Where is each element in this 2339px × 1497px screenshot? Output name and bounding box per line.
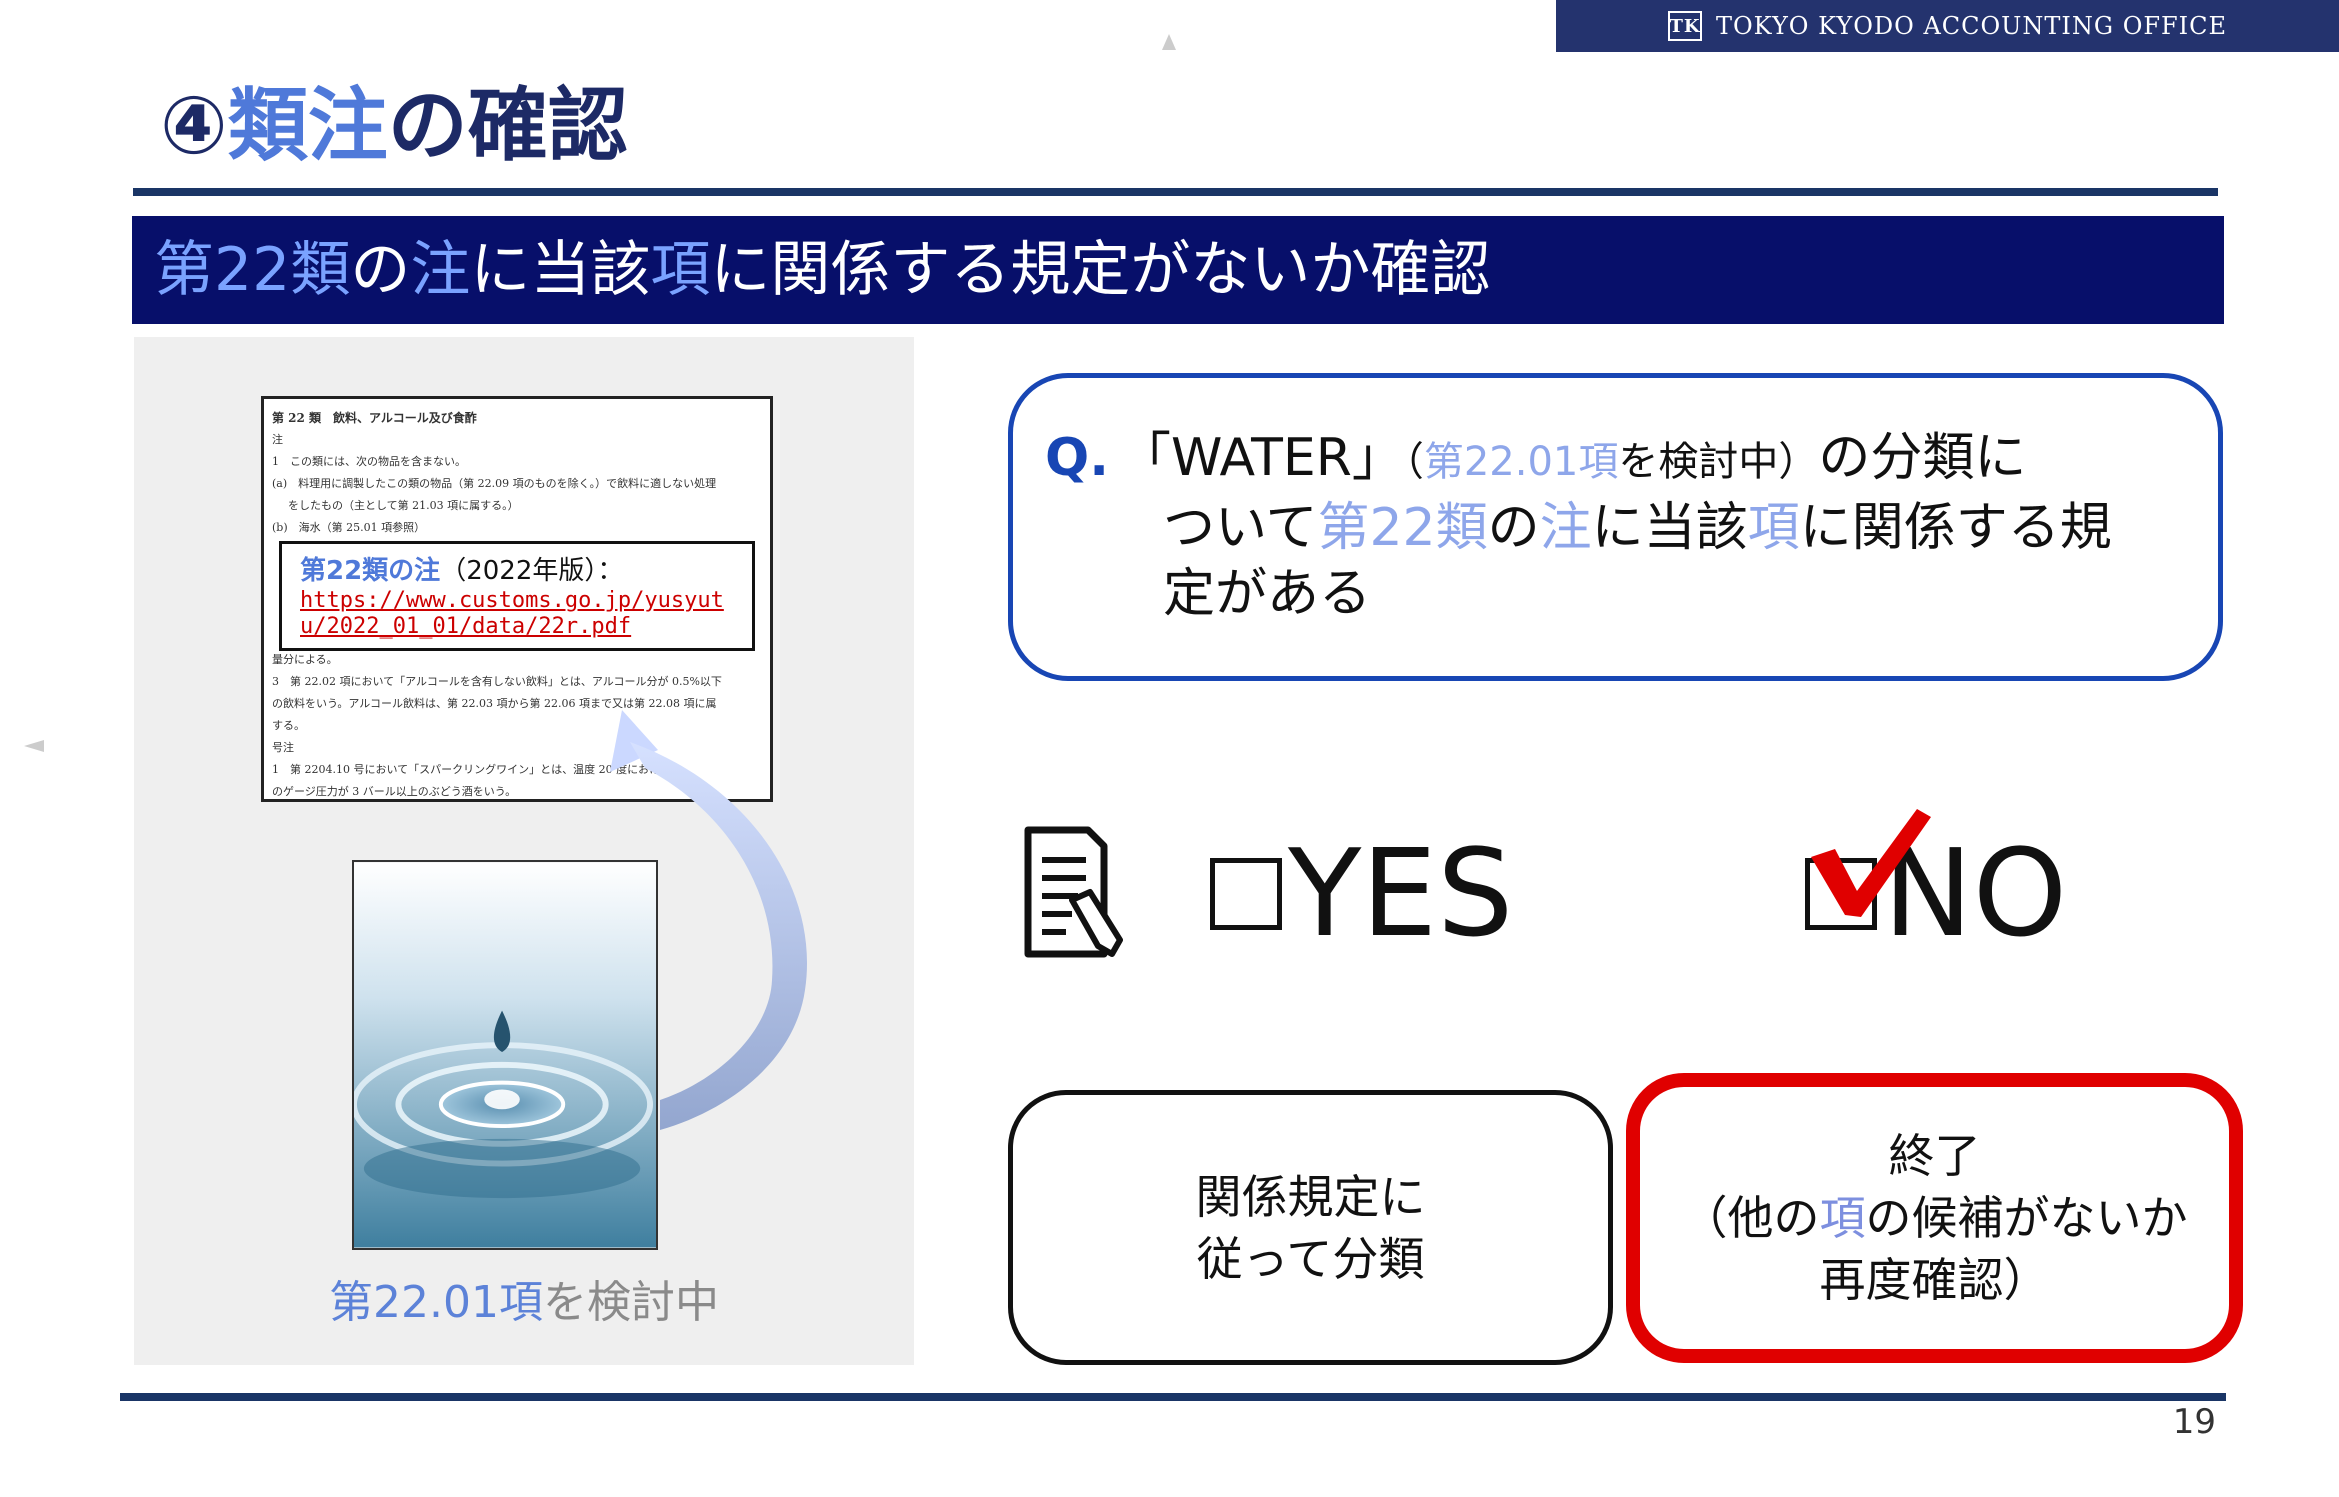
doc-line: 注 [272, 433, 283, 446]
doc-heading: 第 22 類 飲料、アルコール及び食酢 [272, 411, 477, 425]
question-label: Q. [1045, 428, 1109, 488]
yes-option[interactable]: YES [1210, 835, 1513, 955]
doc-line: (a) 料理用に調製したこの類の物品（第 22.09 項のものを除く。）で飲料に… [272, 477, 717, 490]
subtitle-part: 第22類 [154, 235, 351, 305]
page-title: ④類注の確認 [160, 76, 628, 176]
section-heading-bar: 第22類の注に当該項に関係する規定がないか確認 [132, 216, 2224, 324]
caption-rest: を検討中 [542, 1277, 719, 1328]
no-result-part: （他の [1681, 1191, 1820, 1245]
q-part: ついて [1163, 498, 1318, 558]
doc-line: をしたもの（主として第 21.03 項に属する。） [288, 499, 519, 512]
q-part: を検討中） [1618, 439, 1819, 485]
title-number: ④ [160, 79, 228, 172]
note-title: 第22類の注（2022年版）： [300, 554, 734, 588]
q-part: に関係する規 [1799, 498, 2112, 558]
header-divider [133, 188, 2218, 196]
question-text: Q. 「WATER」（第22.01項を検討中）の分類に ついて第22類の注に当該項… [1045, 425, 2185, 627]
title-highlight: 類注 [227, 79, 388, 172]
water-droplet-image [352, 860, 658, 1250]
question-line-2: ついて第22類の注に当該項に関係する規定がある [1045, 495, 2185, 627]
note-title-rest: （2022年版）： [440, 556, 624, 586]
q-part: 第22類 [1317, 498, 1488, 558]
yes-result-box: 関係規定に 従って分類 [1008, 1090, 1613, 1365]
subtitle-part: の [350, 235, 411, 305]
q-part: 定がある [1163, 564, 1372, 624]
no-result-line: 再度確認） [1819, 1253, 2050, 1307]
q-part: 第22.01項 [1423, 439, 1619, 485]
q-part: の分類に [1818, 428, 2027, 488]
q-part: （ [1403, 439, 1424, 485]
q-part: に当該 [1591, 498, 1748, 558]
company-name: TOKYO KYODO ACCOUNTING OFFICE [1715, 12, 2228, 40]
yes-result-line: 関係規定に [1195, 1169, 1426, 1224]
q-part: 「WATER」 [1118, 428, 1404, 488]
source-url-link[interactable]: https://www.customs.go.jp/yusyutu/2022_0… [300, 588, 724, 639]
q-part: 注 [1539, 498, 1592, 558]
yes-result-line: 従って分類 [1196, 1231, 1425, 1286]
no-result-box: 終了 （他の項の候補がないか 再度確認） [1626, 1073, 2243, 1363]
doc-line: 量分による。 [272, 653, 338, 666]
subtitle-part: 注 [410, 235, 471, 305]
page-number: 19 [2172, 1402, 2216, 1442]
q-part: の [1487, 498, 1540, 558]
company-logo-icon: TK [1667, 11, 1702, 41]
footer-divider [120, 1393, 2226, 1401]
no-result-line: （他の項の候補がないか [1682, 1187, 2188, 1249]
company-banner: TK TOKYO KYODO ACCOUNTING OFFICE [1556, 0, 2339, 52]
subtitle-part: 項 [650, 235, 711, 305]
source-note-box: 第22類の注（2022年版）： https://www.customs.go.j… [279, 541, 755, 651]
yes-label: YES [1288, 825, 1514, 964]
caption-highlight: 第22.01項 [329, 1277, 543, 1328]
title-suffix: の確認 [387, 79, 628, 172]
no-result-line: 終了 [1888, 1129, 1981, 1183]
no-result-part: の候補がないか [1865, 1191, 2188, 1245]
red-checkmark-icon [1811, 809, 1931, 917]
subtitle-part: に関係する規定がないか確認 [710, 235, 1491, 305]
note-title-bold: 第22類の注 [300, 556, 441, 586]
no-result-part: 項 [1819, 1191, 1866, 1245]
doc-line: (b) 海水（第 25.01 項参照） [272, 521, 426, 534]
yes-checkbox[interactable] [1210, 858, 1282, 931]
subtitle-part: に当該 [470, 235, 651, 305]
nav-left-triangle-icon [24, 740, 44, 752]
nav-up-triangle-icon [1162, 34, 1176, 50]
q-part: 項 [1747, 498, 1800, 558]
doc-line: 1 この類には、次の物品を含まない。 [272, 455, 466, 468]
checklist-document-icon [1024, 826, 1123, 958]
water-caption: 第22.01項を検討中 [134, 1266, 914, 1330]
